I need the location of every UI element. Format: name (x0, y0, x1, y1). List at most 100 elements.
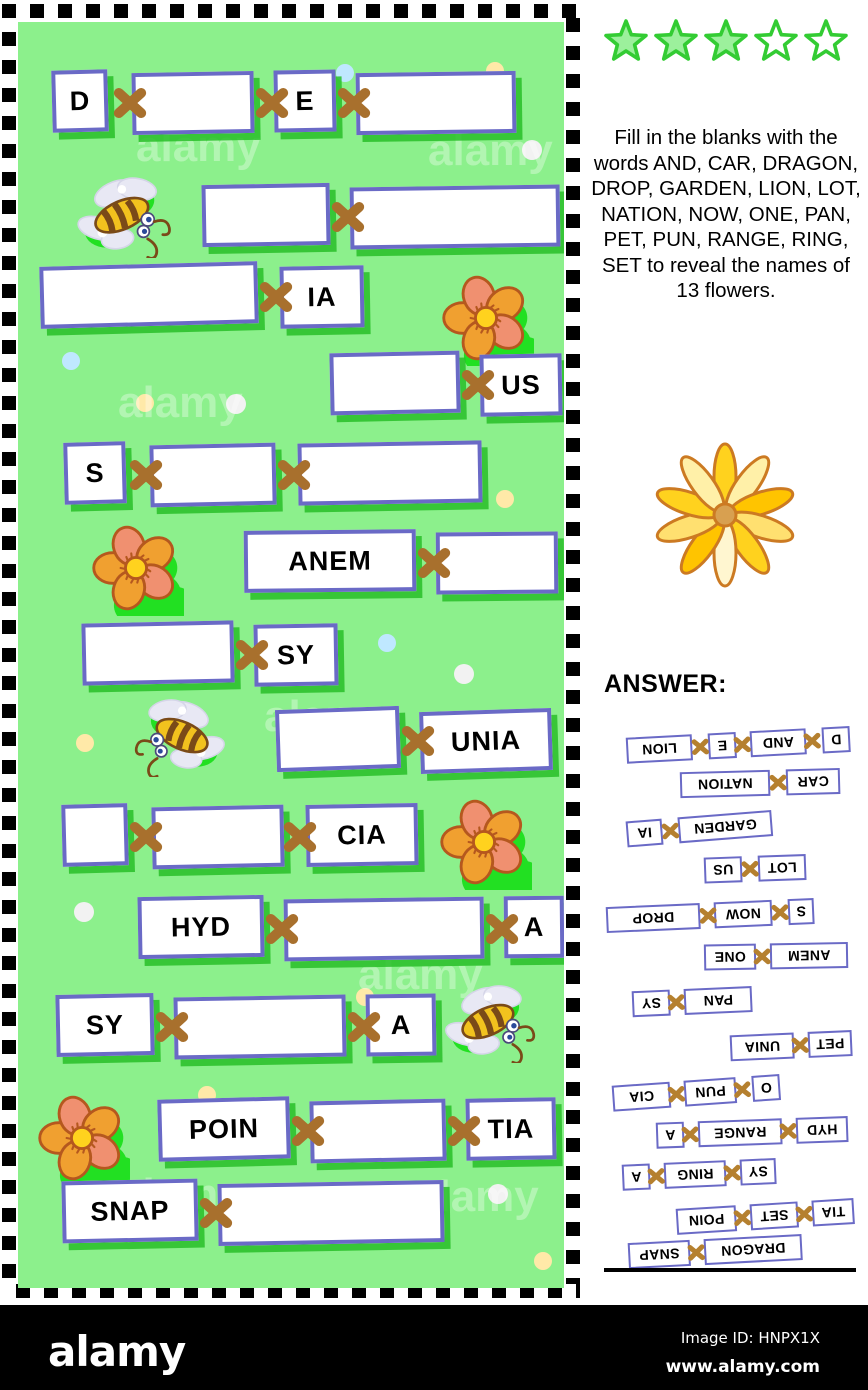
word-card-blank[interactable] (151, 804, 285, 870)
confetti-dot (226, 394, 246, 414)
word-card-blank[interactable] (61, 803, 129, 867)
cross-connector-icon (274, 455, 314, 495)
answer-card: CAR (785, 768, 841, 796)
star-empty-icon (754, 19, 798, 61)
answer-cross-icon (666, 1084, 687, 1105)
answer-card: LION (625, 734, 694, 764)
answer-card: ONE (703, 943, 757, 971)
cross-connector-icon (328, 197, 368, 237)
answer-card: UNIA (729, 1032, 795, 1062)
word-card-blank[interactable] (274, 705, 402, 773)
answer-card: PUN (683, 1077, 738, 1107)
word-card-blank[interactable] (283, 896, 485, 962)
answer-card: HYD (795, 1116, 849, 1144)
answer-card: DROP (605, 902, 701, 934)
word-card-filled[interactable]: POIN (157, 1096, 291, 1162)
answer-row: ANEM ONE (703, 938, 849, 971)
star-empty-icon (804, 19, 848, 61)
difficulty-rating (596, 18, 856, 71)
answer-cross-icon (794, 1203, 815, 1224)
word-card-blank[interactable] (201, 182, 331, 248)
answer-card: SNAP (627, 1239, 691, 1270)
answer-cross-icon (732, 734, 753, 755)
word-card-blank[interactable] (217, 1180, 445, 1246)
answer-cross-icon (690, 736, 711, 757)
cross-connector-icon (334, 83, 374, 123)
word-card-blank[interactable] (173, 994, 347, 1060)
answer-card: IA (625, 818, 664, 848)
answer-cross-icon (770, 902, 791, 923)
answer-card: NOW (713, 899, 773, 929)
flower-decoration-icon (436, 794, 546, 903)
word-card-filled[interactable]: SY (55, 992, 155, 1058)
word-card-blank[interactable] (39, 261, 259, 329)
answer-cross-icon (660, 820, 682, 842)
word-card-filled[interactable]: S (63, 441, 127, 505)
confetti-dot (534, 1252, 552, 1270)
cross-connector-icon (280, 817, 320, 857)
word-card-blank[interactable] (355, 70, 517, 136)
word-card-filled[interactable]: D (51, 69, 109, 133)
checkered-border: alamyalamyalamyalamyalamyalamyalamyalamy (2, 4, 580, 1298)
star-filled-icon (654, 19, 698, 61)
answer-card: O (751, 1074, 782, 1102)
cross-connector-icon (444, 1111, 484, 1151)
answer-card: D (821, 726, 851, 754)
cross-connector-icon (232, 635, 272, 675)
cross-connector-icon (110, 83, 150, 123)
confetti-dot (488, 1184, 508, 1204)
answer-row: HYD RANGE A (655, 1112, 849, 1149)
cross-connector-icon (482, 909, 522, 949)
answer-divider-rule (604, 1268, 856, 1272)
flower-decoration-icon (34, 1090, 144, 1199)
word-card-blank[interactable] (329, 350, 461, 416)
answer-card: ANEM (769, 942, 849, 970)
answer-cross-icon (680, 1124, 701, 1145)
image-id-label: Image ID: HNPX1X (680, 1329, 820, 1347)
answer-cross-icon (732, 1207, 753, 1228)
word-card-blank[interactable] (309, 1098, 447, 1164)
answer-card: RING (663, 1160, 727, 1189)
word-card-blank[interactable] (149, 442, 277, 508)
word-card-blank[interactable] (81, 620, 235, 686)
puzzle-play-area: alamyalamyalamyalamyalamyalamyalamyalamy (18, 22, 564, 1288)
confetti-dot (74, 902, 94, 922)
answer-card: SY (739, 1158, 777, 1186)
cross-connector-icon (252, 83, 292, 123)
answer-cross-icon (732, 1079, 753, 1100)
word-card-blank[interactable] (297, 440, 483, 506)
word-card-filled[interactable]: UNIA (419, 707, 553, 775)
answer-row: S NOW DROP (605, 894, 815, 934)
word-card-blank[interactable] (435, 531, 559, 595)
cross-connector-icon (414, 543, 454, 583)
word-card-filled[interactable]: SNAP (61, 1178, 199, 1244)
answer-card: AND (749, 728, 807, 758)
answer-row: O PUN CIA (611, 1070, 782, 1112)
confetti-dot (454, 664, 474, 684)
cross-connector-icon (196, 1193, 236, 1233)
cross-connector-icon (256, 277, 296, 317)
word-card-blank[interactable] (349, 184, 561, 250)
answer-cross-icon (752, 946, 772, 966)
cross-connector-icon (398, 721, 438, 761)
word-card-filled[interactable]: ANEM (243, 529, 417, 593)
cross-connector-icon (126, 817, 166, 857)
answer-card: S (787, 898, 815, 926)
confetti-dot (62, 352, 80, 370)
cross-connector-icon (288, 1111, 328, 1151)
answer-cross-icon (666, 992, 687, 1013)
confetti-dot (136, 394, 154, 412)
star-filled-icon (604, 19, 648, 61)
answer-cross-icon (790, 1035, 811, 1056)
word-card-filled[interactable]: HYD (137, 894, 265, 960)
answer-card: POIN (675, 1205, 738, 1235)
word-card-filled[interactable]: CIA (305, 803, 419, 867)
answer-cross-icon (698, 905, 719, 926)
answer-card: US (703, 856, 743, 884)
answer-card: RANGE (697, 1118, 783, 1148)
star-filled-icon (704, 19, 748, 61)
answer-card: GARDEN (677, 810, 774, 844)
answer-row: PET UNIA (729, 1026, 853, 1062)
answer-card: PET (807, 1030, 853, 1058)
alamy-url-label: www.alamy.com (665, 1357, 820, 1377)
